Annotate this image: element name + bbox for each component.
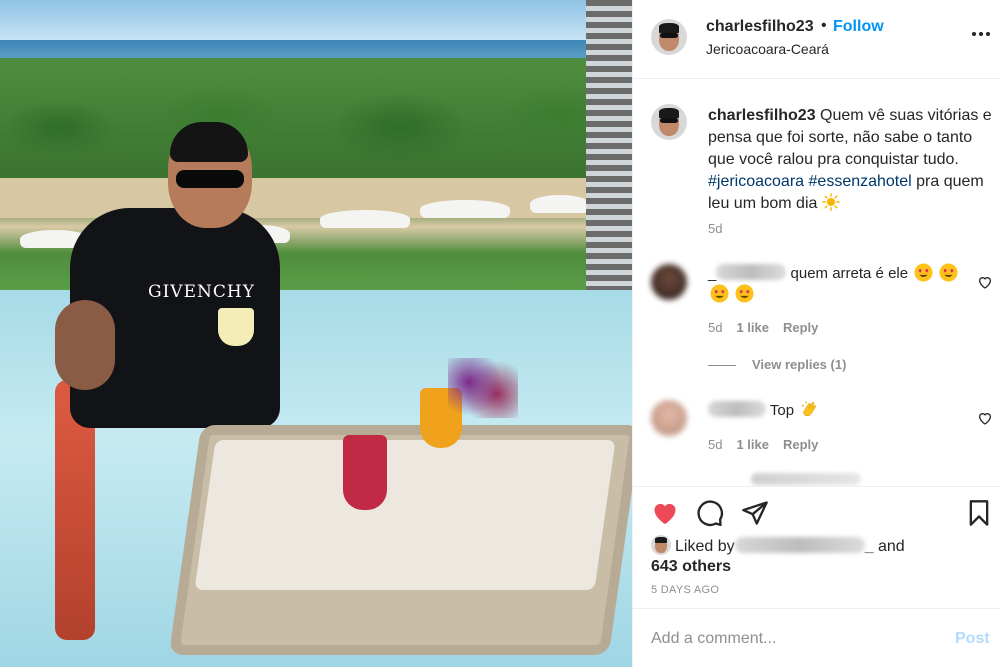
post-actions: Liked by _ and 643 others 5 DAYS AGO bbox=[633, 486, 1000, 608]
liked-by-username-suffix[interactable]: _ bbox=[865, 538, 874, 555]
caption-username[interactable]: charlesfilho23 bbox=[708, 107, 816, 124]
photo-person-arm bbox=[55, 300, 115, 390]
view-replies-label: View replies (1) bbox=[752, 357, 847, 372]
comment-username-prefix[interactable]: _ bbox=[708, 265, 716, 282]
sun-icon bbox=[822, 193, 840, 211]
photo-drink-glass bbox=[218, 308, 254, 346]
post-timestamp[interactable]: 5 DAYS AGO bbox=[651, 584, 719, 596]
liked-by-summary: Liked by _ and 643 others bbox=[651, 535, 991, 577]
more-options-icon[interactable] bbox=[969, 22, 993, 46]
post-header: charlesfilho23 • Follow Jericoacoara-Cea… bbox=[633, 0, 1000, 79]
comments-list[interactable]: charlesfilho23 Quem vê suas vitórias e p… bbox=[633, 80, 1000, 486]
heart-eyes-emoji bbox=[914, 263, 933, 282]
heart-eyes-emoji bbox=[735, 284, 754, 303]
separator-dot: • bbox=[821, 17, 827, 34]
header-username[interactable]: charlesfilho23 bbox=[706, 18, 814, 36]
blurred-username[interactable] bbox=[716, 264, 787, 280]
divider-line bbox=[708, 365, 736, 367]
add-comment-bar: Post bbox=[633, 608, 1000, 667]
photo-shirt-logo: GIVENCHY bbox=[148, 282, 255, 302]
comment-input[interactable] bbox=[651, 627, 921, 651]
blurred-username[interactable] bbox=[708, 401, 766, 417]
comment-text: _ quem arreta é ele bbox=[708, 263, 968, 305]
commenter-avatar[interactable] bbox=[651, 400, 687, 436]
caption-time[interactable]: 5d bbox=[708, 221, 722, 236]
others-count-link[interactable]: 643 others bbox=[651, 558, 731, 575]
photo-trees bbox=[0, 58, 632, 198]
photo-umbrella bbox=[320, 210, 410, 228]
view-replies-button[interactable]: View replies (1) bbox=[708, 357, 846, 372]
clapping-hands-emoji bbox=[801, 401, 817, 417]
like-comment-heart-icon[interactable] bbox=[977, 410, 993, 426]
photo-sky bbox=[0, 0, 632, 45]
scrolled-content-fade bbox=[751, 473, 861, 485]
photo-tray-food bbox=[194, 440, 616, 590]
comment-text: Top bbox=[708, 400, 968, 421]
photo-umbrella bbox=[530, 195, 590, 213]
comment-icon[interactable] bbox=[696, 499, 724, 527]
avatar[interactable] bbox=[651, 104, 687, 140]
liked-by-and: and bbox=[873, 538, 905, 555]
liked-by-label: Liked by bbox=[675, 538, 735, 555]
share-icon[interactable] bbox=[741, 499, 769, 527]
photo-flowers bbox=[448, 358, 518, 418]
post-comment-button[interactable]: Post bbox=[955, 630, 990, 648]
photo-wall-slats bbox=[586, 0, 632, 290]
avatar[interactable] bbox=[651, 535, 671, 555]
caption-text: charlesfilho23 Quem vê suas vitórias e p… bbox=[708, 105, 993, 215]
post-side-panel: charlesfilho23 • Follow Jericoacoara-Cea… bbox=[632, 0, 1000, 667]
commenter-avatar[interactable] bbox=[651, 264, 687, 300]
comment-time[interactable]: 5d bbox=[708, 437, 722, 452]
avatar[interactable] bbox=[651, 19, 687, 55]
comment-body: Top bbox=[766, 402, 795, 419]
bookmark-icon[interactable] bbox=[965, 499, 993, 527]
photo-umbrella bbox=[420, 200, 510, 218]
reply-button[interactable]: Reply bbox=[783, 320, 818, 335]
like-comment-heart-icon[interactable] bbox=[977, 274, 993, 290]
reply-button[interactable]: Reply bbox=[783, 437, 818, 452]
photo-red-juice bbox=[343, 435, 387, 510]
comment-meta: 5d 1 like Reply bbox=[708, 320, 832, 335]
location-link[interactable]: Jericoacoara-Ceará bbox=[706, 41, 829, 57]
comment-time[interactable]: 5d bbox=[708, 320, 722, 335]
photo-sunglasses bbox=[176, 170, 244, 188]
post-photo[interactable]: GIVENCHY bbox=[0, 0, 632, 667]
hashtag-link[interactable]: #essenzahotel bbox=[809, 173, 912, 190]
heart-filled-icon[interactable] bbox=[651, 499, 679, 527]
blurred-username[interactable] bbox=[734, 537, 865, 553]
comment-likes[interactable]: 1 like bbox=[736, 437, 769, 452]
comment-meta: 5d 1 like Reply bbox=[708, 437, 832, 452]
comment-likes[interactable]: 1 like bbox=[736, 320, 769, 335]
comment-body: quem arreta é ele bbox=[786, 265, 909, 282]
heart-eyes-emoji bbox=[710, 284, 729, 303]
hashtag-link[interactable]: #jericoacoara bbox=[708, 173, 804, 190]
heart-eyes-emoji bbox=[939, 263, 958, 282]
follow-button[interactable]: Follow bbox=[833, 18, 884, 36]
